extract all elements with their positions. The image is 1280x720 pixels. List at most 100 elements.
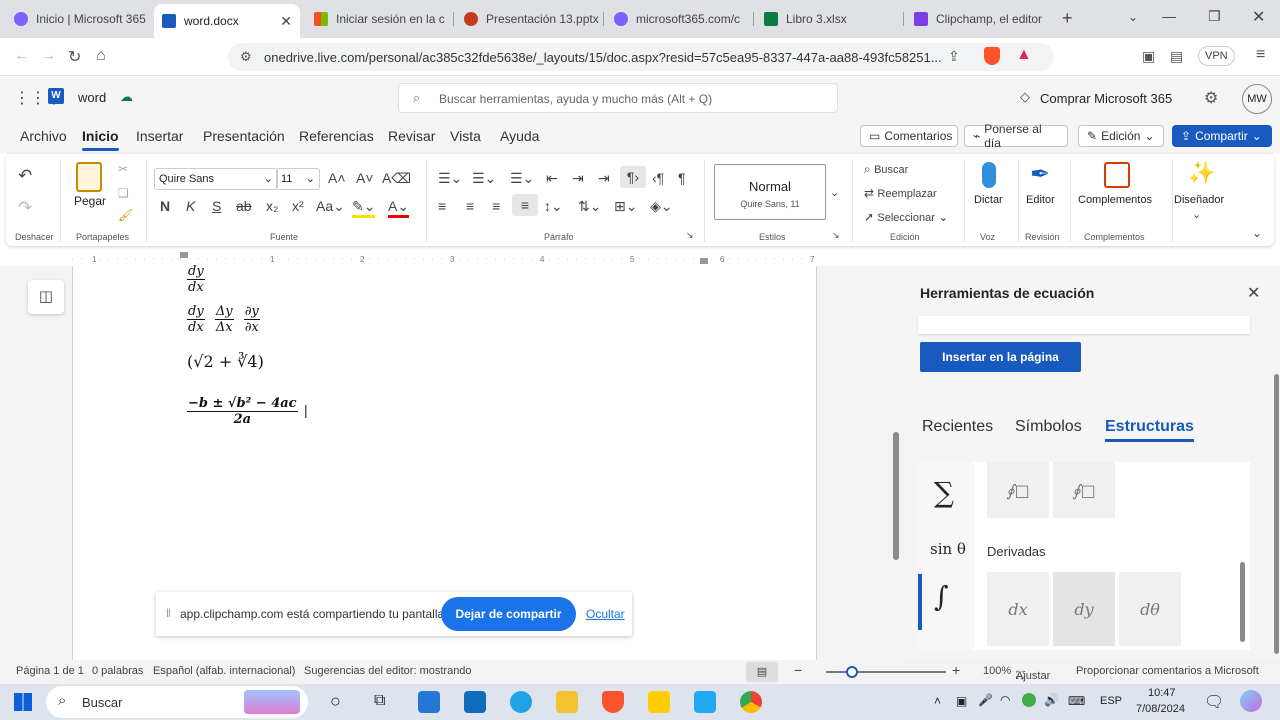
category-function[interactable]: sin θ <box>930 540 966 558</box>
share-page-icon[interactable]: ⇪ <box>948 48 960 65</box>
language[interactable]: Español (alfab. internacional) <box>153 665 295 677</box>
site-settings-icon[interactable]: ⚙ <box>240 49 252 65</box>
tray-app-icon[interactable]: ▣ <box>956 694 967 708</box>
editor-button[interactable]: Editor <box>1026 194 1055 206</box>
catch-up-button[interactable]: ⌁ Ponerse al día <box>964 122 1068 150</box>
clear-format-icon[interactable]: A⌫ <box>382 170 411 187</box>
brave-rewards-icon[interactable]: ▲ <box>1016 46 1032 64</box>
find-button[interactable]: ⌕ Buscar <box>864 162 908 177</box>
vpn-button[interactable]: VPN <box>1198 46 1235 66</box>
wallet-icon[interactable]: ▤ <box>1170 48 1183 65</box>
input-language[interactable]: ESP <box>1100 695 1122 707</box>
tray-keyboard-icon[interactable]: ⌨ <box>1068 694 1085 708</box>
edge-icon[interactable] <box>510 691 532 713</box>
taskbar-search[interactable]: ⌕ Buscar <box>46 686 308 718</box>
styles-launcher-icon[interactable]: ↘ <box>832 230 840 241</box>
browser-menu-icon[interactable]: ≡ <box>1256 46 1265 64</box>
format-painter-icon[interactable]: 🖌 <box>118 208 133 222</box>
editor-suggestions[interactable]: Sugerencias del editor: mostrando <box>304 665 472 677</box>
tray-mic-icon[interactable]: 🎤 <box>978 693 993 707</box>
align-center-icon[interactable]: ≡ <box>466 198 474 214</box>
underline-button[interactable]: S <box>212 198 221 214</box>
store-icon[interactable] <box>418 691 440 713</box>
feedback-link[interactable]: Proporcionar comentarios a Microsoft <box>1076 665 1259 677</box>
tab-revisar[interactable]: Revisar <box>388 128 435 144</box>
brave-icon[interactable] <box>602 691 624 713</box>
paragraph-spacing-icon[interactable]: ⇅⌄ <box>578 198 601 215</box>
reload-icon[interactable]: ↻ <box>68 47 81 67</box>
forward-icon[interactable]: → <box>40 47 56 65</box>
copilot-icon[interactable] <box>1240 690 1262 712</box>
buy-m365-link[interactable]: Comprar Microsoft 365 <box>1040 91 1172 106</box>
new-tab-icon[interactable]: + <box>1062 8 1073 29</box>
dictate-button[interactable]: Dictar <box>974 194 1003 206</box>
minimize-icon[interactable]: — <box>1162 8 1176 24</box>
dialog-launcher-icon[interactable]: ↘ <box>686 230 694 241</box>
document-scrollbar[interactable] <box>893 432 899 560</box>
zoom-thumb[interactable] <box>846 666 858 678</box>
paste-button[interactable]: Pegar <box>74 194 106 208</box>
maximize-icon[interactable]: ❐ <box>1208 8 1221 25</box>
increase-indent-icon[interactable]: ⇥ <box>572 170 584 187</box>
zoom-in-icon[interactable]: + <box>952 662 960 678</box>
equation-derivatives-row[interactable]: dy dx Δy Δx ∂y ∂x <box>187 304 266 335</box>
line-spacing-icon[interactable]: ↕⌄ <box>544 198 563 215</box>
multilevel-list-icon[interactable]: ☰⌄ <box>510 170 534 187</box>
font-color-icon[interactable]: A⌄ <box>388 198 410 218</box>
tab-vista[interactable]: Vista <box>450 128 481 144</box>
back-icon[interactable]: ← <box>14 47 30 65</box>
undo-icon[interactable]: ↶ <box>18 166 32 186</box>
zoom-level[interactable]: 100% <box>983 665 1011 677</box>
insert-on-page-button[interactable]: Insertar en la página <box>920 342 1081 372</box>
borders-icon[interactable]: ⊞⌄ <box>614 198 637 215</box>
grow-font-icon[interactable]: A˄ <box>328 170 346 186</box>
indent-icon[interactable]: ⇥ <box>598 170 610 187</box>
task-view-icon[interactable]: ⧉ <box>374 692 385 710</box>
tray-chevron-icon[interactable]: ˄ <box>934 694 941 708</box>
sidebar-icon[interactable]: ▣ <box>1142 48 1155 65</box>
contour-integral-limits-cell[interactable]: ∮□ <box>1053 462 1115 518</box>
tab-recientes[interactable]: Recientes <box>922 418 993 436</box>
tab-inicio-m365[interactable]: Inicio | Microsoft 365 <box>6 4 152 34</box>
zoom-slider[interactable] <box>826 671 946 673</box>
select-button[interactable]: ➚ Seleccionar ⌄ <box>864 210 948 224</box>
share-button[interactable]: ⇪ Compartir ⌄ <box>1172 125 1272 147</box>
ltr-icon[interactable]: ¶› <box>620 166 646 188</box>
search-box[interactable]: ⌕ Buscar herramientas, ayuda y mucho más… <box>398 83 838 113</box>
tab-list-icon[interactable]: ⌄ <box>1128 10 1138 24</box>
tab-clipchamp[interactable]: Clipchamp, el editor <box>906 4 1052 34</box>
chrome-icon[interactable] <box>740 691 762 713</box>
gallery-scrollbar[interactable] <box>1240 562 1245 642</box>
shading-icon[interactable]: ◈⌄ <box>650 198 673 215</box>
derivative-dy-cell[interactable]: dy <box>1053 572 1115 646</box>
tab-insertar[interactable]: Insertar <box>136 128 183 144</box>
highlight-icon[interactable]: ✎⌄ <box>352 198 376 218</box>
cortana-icon[interactable]: ○ <box>330 691 341 712</box>
font-size-select[interactable]: 11 ⌄ <box>276 168 320 190</box>
equation-radicals[interactable]: (√2 + ∛4) <box>187 352 264 371</box>
contour-integral-cell[interactable]: ∮□ <box>987 462 1049 518</box>
zoom-out-icon[interactable]: − <box>794 662 802 678</box>
sticky-app-icon[interactable] <box>648 691 670 713</box>
tab-signin[interactable]: Iniciar sesión en la c <box>306 4 452 34</box>
equation-derivative[interactable]: dy dx <box>187 264 211 295</box>
style-normal[interactable]: Normal Quire Sans, 11 <box>714 164 826 220</box>
stop-sharing-button[interactable]: Dejar de compartir <box>441 597 576 631</box>
subscript-icon[interactable]: x₂ <box>266 198 278 214</box>
clock-date[interactable]: 7/08/2024 <box>1136 703 1185 715</box>
shrink-font-icon[interactable]: A˅ <box>356 170 374 186</box>
hide-link[interactable]: Ocultar <box>586 607 625 621</box>
navigation-pane-icon[interactable]: ◫ <box>28 280 64 314</box>
horizontal-ruler[interactable]: 1 1 2 3 4 5 6 7 <box>72 252 817 266</box>
designer-button[interactable]: Diseñador <box>1174 194 1224 206</box>
editor-pen-icon[interactable]: ✒ <box>1030 160 1050 189</box>
decrease-indent-icon[interactable]: ⇤ <box>546 170 558 187</box>
close-window-icon[interactable]: ✕ <box>1252 7 1265 27</box>
tab-referencias[interactable]: Referencias <box>299 128 374 144</box>
category-sum[interactable]: ∑ <box>934 476 954 509</box>
designer-wand-icon[interactable]: ✨ <box>1188 160 1215 186</box>
rtl-icon[interactable]: ‹¶ <box>652 170 664 186</box>
comments-button[interactable]: ▭ Comentarios <box>860 125 958 147</box>
tab-m365-url[interactable]: microsoft365.com/c <box>606 4 752 34</box>
drag-handle-icon[interactable]: ‖ <box>166 606 171 620</box>
